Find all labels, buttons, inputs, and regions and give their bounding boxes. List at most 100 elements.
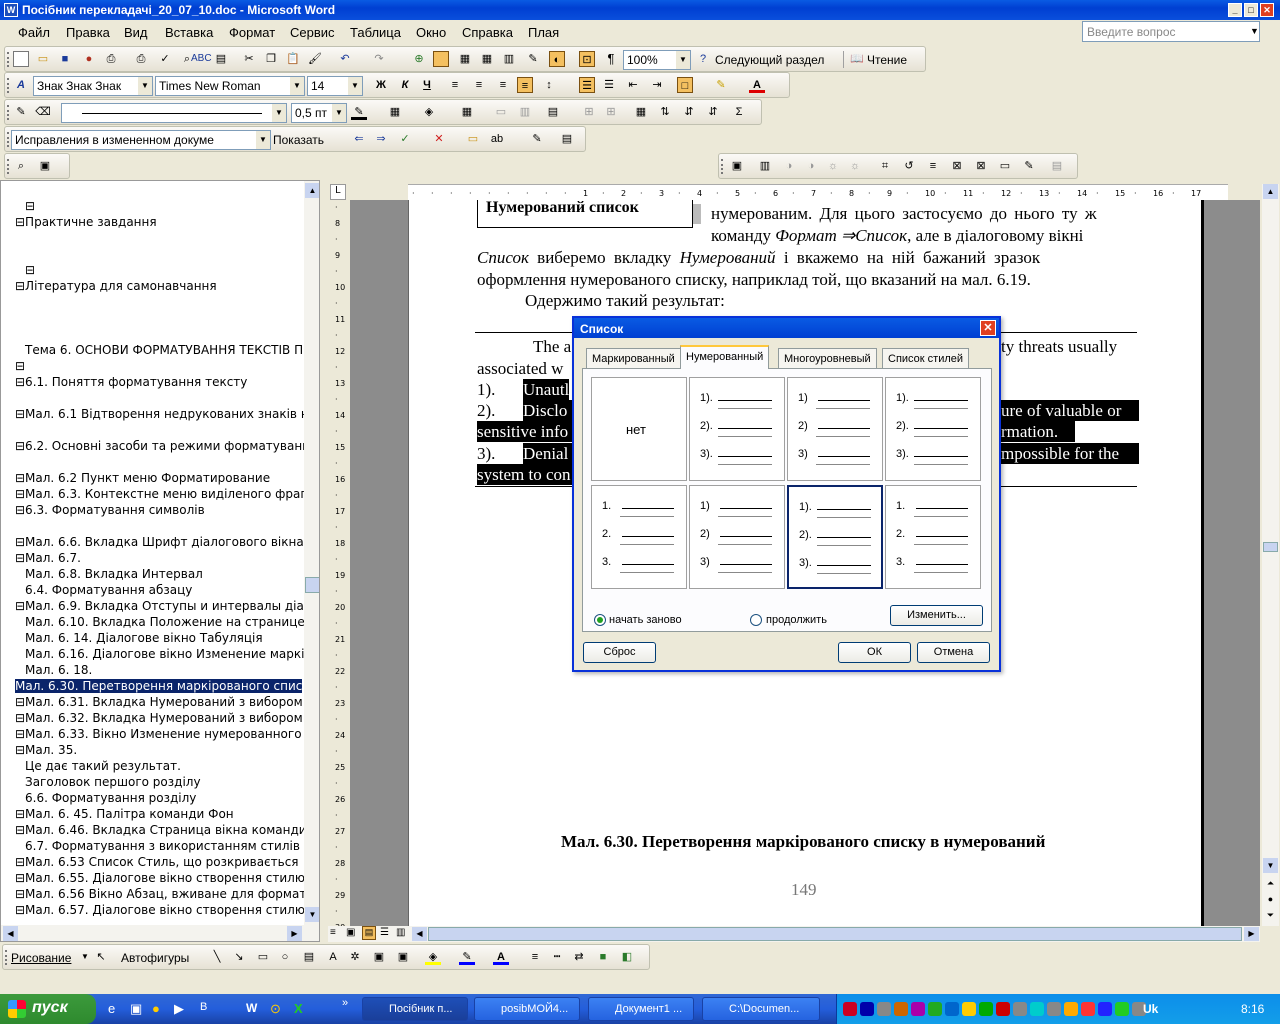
highlight-review-icon[interactable]: ab [489, 131, 505, 147]
doc-scroll-up-icon[interactable]: ▲ [1263, 184, 1278, 199]
docmap-item[interactable]: Мал. 6.16. Діалогове вікно Изменение мар… [25, 647, 312, 661]
clipart-icon[interactable]: ▣ [371, 949, 387, 965]
line-style-pic-icon[interactable]: ≡ [925, 158, 941, 174]
docmap-item[interactable]: ⊟Мал. 6. 45. Палітра команди Фон [15, 807, 234, 821]
browse-object-icon[interactable]: ● [1263, 894, 1278, 909]
tray-icon[interactable] [894, 1002, 908, 1016]
align-left-icon[interactable]: ≡ [447, 77, 463, 93]
docmap-item[interactable]: Тема 6. ОСНОВИ ФОРМАТУВАННЯ ТЕКСТІВ П [25, 343, 303, 357]
tray-icon[interactable] [1047, 1002, 1061, 1016]
autoformat-icon[interactable]: ▦ [633, 104, 649, 120]
oval-icon[interactable]: ○ [277, 949, 293, 965]
search-tool-icon[interactable]: ⌕ [13, 158, 29, 174]
outside-border-icon[interactable]: □ [677, 77, 693, 93]
redo-icon[interactable]: ↷ [371, 51, 387, 67]
align-center-icon[interactable]: ≡ [471, 77, 487, 93]
close-icon[interactable]: ✕ [1260, 3, 1274, 17]
spelling-icon[interactable]: ✓ [157, 51, 173, 67]
docmap-scroll-thumb[interactable] [305, 577, 319, 593]
scroll-down-icon[interactable]: ▼ [305, 907, 319, 922]
numbering-pattern-option[interactable]: 1. 2. 3. [885, 485, 981, 589]
tab-list-styles[interactable]: Список стилей [882, 348, 970, 368]
word-quicklaunch-icon[interactable]: W [246, 1001, 257, 1015]
menu-tools[interactable]: Сервис [290, 25, 335, 40]
menu-help[interactable]: Справка [462, 25, 513, 40]
cut-icon[interactable]: ✂ [241, 51, 257, 67]
docmap-item[interactable]: ⊟Мал. 6.32. Вкладка Нумерований з виборо… [15, 711, 303, 725]
docmap-item[interactable]: ⊟Мал. 6.46. Вкладка Страница вікна коман… [15, 823, 318, 837]
docmap-item[interactable]: ⊟Мал. 6.9. Вкладка Отступы и интервалы д… [15, 599, 319, 613]
font-size-combo[interactable]: 14 ▼ [307, 76, 363, 96]
pilcrow-icon[interactable]: ¶ [603, 51, 619, 67]
line-spacing-icon[interactable]: ↕ [541, 77, 557, 93]
shadow-icon[interactable]: ■ [595, 949, 611, 965]
doc-scroll-thumb[interactable] [1263, 542, 1278, 552]
maximize-icon[interactable]: □ [1244, 3, 1258, 17]
quicklaunch-icon-7[interactable]: ⊙ [270, 1001, 281, 1017]
start-button[interactable]: пуск [0, 994, 96, 1024]
docmap-item[interactable]: Це дає такий результат. [25, 759, 181, 773]
docmap-item[interactable]: ⊟6.3. Форматування символів [15, 503, 205, 517]
diagram-icon[interactable]: ✲ [347, 949, 363, 965]
help-icon[interactable]: ? [695, 51, 711, 67]
decrease-indent-icon[interactable]: ⇤ [625, 77, 641, 93]
track-changes-icon[interactable]: ✎ [529, 131, 545, 147]
reading-view-icon[interactable]: ▥ [396, 927, 405, 938]
excel-quicklaunch-icon[interactable]: X [294, 1001, 303, 1016]
draw-table-icon[interactable]: ✎ [13, 104, 29, 120]
ie-icon[interactable]: e [108, 1001, 115, 1016]
numbering-pattern-option[interactable]: 1). 2). 3). [885, 377, 981, 481]
highlight-icon[interactable]: ✎ [713, 77, 729, 93]
paste-icon[interactable]: 📋 [285, 51, 301, 67]
docmap-item[interactable]: 6.6. Форматування розділу [25, 791, 196, 805]
scroll-left-icon[interactable]: ◀ [3, 926, 18, 941]
increase-indent-icon[interactable]: ⇥ [649, 77, 665, 93]
task-posibnyk[interactable]: Посібник п... [362, 997, 468, 1021]
ask-question-input[interactable]: Введите вопрос [1082, 21, 1260, 42]
drawing-icon[interactable]: ✎ [525, 51, 541, 67]
previous-page-icon[interactable]: ⏶ [1263, 878, 1278, 893]
tray-icon[interactable] [996, 1002, 1010, 1016]
arrow-icon[interactable]: ↘ [231, 949, 247, 965]
insert-table-icon[interactable]: ▦ [457, 51, 473, 67]
scroll-right-icon[interactable]: ▶ [287, 926, 302, 941]
permission-icon[interactable]: ● [81, 51, 97, 67]
reset-button[interactable]: Сброс [583, 642, 656, 663]
quicklaunch-icon-2[interactable]: ▣ [130, 1001, 142, 1017]
wordart-icon[interactable]: A [325, 949, 341, 965]
document-map-icon[interactable]: ◐ [549, 51, 565, 67]
bold-icon[interactable]: Ж [373, 77, 389, 93]
zoom-combo[interactable]: 100% ▼ [623, 50, 691, 70]
docmap-item[interactable]: Мал. 6. 18. [25, 663, 92, 677]
research-book-icon[interactable]: ▤ [213, 51, 229, 67]
borders-icon[interactable]: ▦ [387, 104, 403, 120]
tray-icon[interactable] [911, 1002, 925, 1016]
next-change-icon[interactable]: ⇒ [373, 131, 389, 147]
set-transparent-icon[interactable]: ✎ [1021, 158, 1037, 174]
reset-picture-icon[interactable]: ▤ [1049, 158, 1065, 174]
line-weight-combo[interactable]: 0,5 пт ▼ [291, 103, 347, 123]
merge-cells-icon[interactable]: ▭ [493, 104, 509, 120]
copy-icon[interactable]: ❐ [263, 51, 279, 67]
ok-button[interactable]: ОК [838, 642, 911, 663]
compress-icon[interactable]: ⊠ [949, 158, 965, 174]
docmap-item[interactable]: ⊟Мал. 6.3. Контекстне меню виділеного фр… [15, 487, 316, 501]
tables-borders-icon[interactable] [433, 51, 449, 67]
text-wrap-icon[interactable]: ⊠ [973, 158, 989, 174]
sort-asc-icon[interactable]: ⇵ [681, 104, 697, 120]
print-icon[interactable]: ⎙ [103, 51, 119, 67]
reading-button[interactable]: Чтение [867, 53, 907, 67]
tray-icon[interactable] [1064, 1002, 1078, 1016]
brightness-down-icon[interactable]: ☼ [847, 158, 863, 174]
doc-scroll-down-icon[interactable]: ▼ [1263, 858, 1278, 873]
tab-selector[interactable]: L [330, 184, 346, 200]
italic-icon[interactable]: К [397, 77, 413, 93]
align-cells-icon[interactable]: ▤ [545, 104, 561, 120]
docmap-item[interactable]: 6.7. Форматування з використанням стилів [25, 839, 300, 853]
docmap-item[interactable]: Мал. 6.8. Вкладка Интервал [25, 567, 203, 581]
docmap-item[interactable]: 6.4. Форматування абзацу [25, 583, 192, 597]
spellcheck-abc-icon[interactable]: ABC [191, 51, 212, 67]
new-comment-icon[interactable]: ▭ [465, 131, 481, 147]
numbering-pattern-option[interactable]: 1). 2). 3). [689, 377, 785, 481]
insert-excel-icon[interactable]: ▦ [479, 51, 495, 67]
